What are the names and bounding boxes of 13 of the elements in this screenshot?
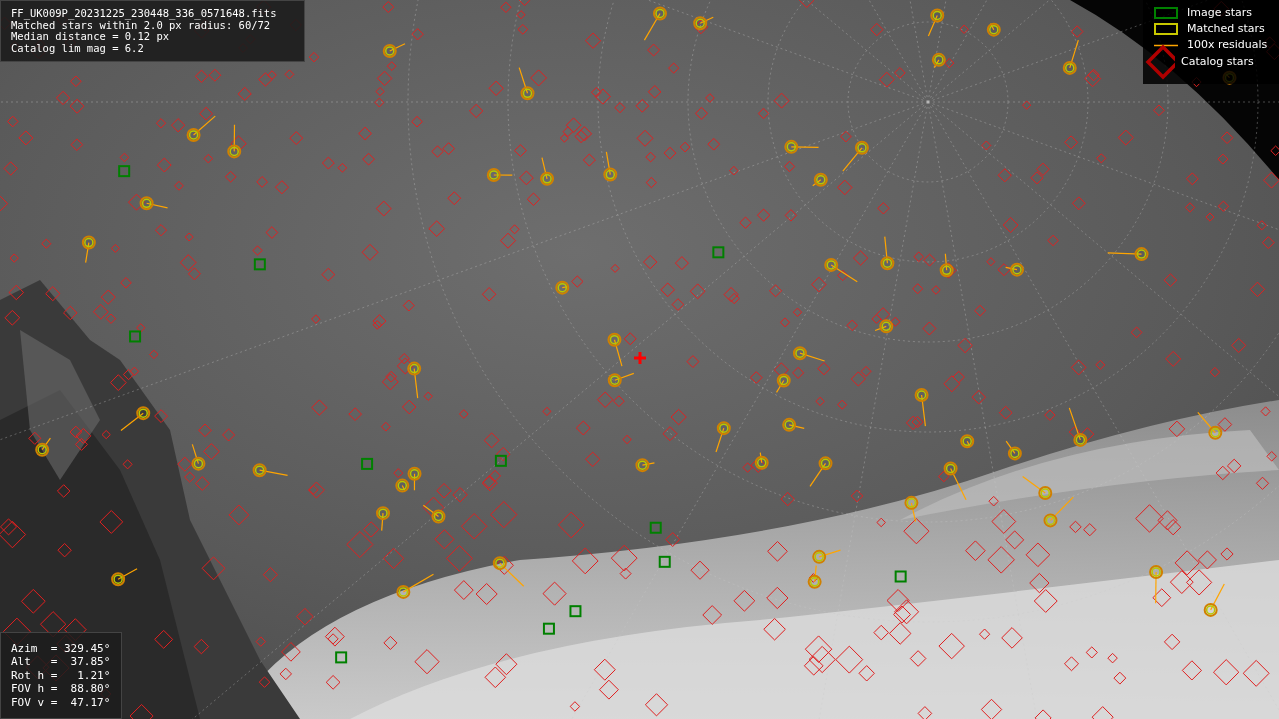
info-text: Median distance = 0.12 px: [11, 31, 170, 43]
pointing-text: FOV h = 88.80°: [11, 682, 111, 696]
info-text: Catalog lim mag = 6.2: [11, 42, 145, 54]
pointing-text: Rot h = 1.21°: [11, 668, 111, 682]
legend-label: Image stars: [1187, 4, 1252, 21]
pointing-text: FOV v = 47.17°: [11, 695, 111, 709]
legend-label: Catalog stars: [1181, 53, 1254, 70]
legend-label: 100x residuals: [1187, 36, 1268, 53]
pointing-text: Alt = 37.85°: [11, 655, 111, 669]
pointing-text: Azim = 329.45°: [11, 641, 111, 655]
legend-label: Matched stars: [1187, 20, 1265, 37]
info-text: FF_UK009P_20231225_230448_336_0571648.fits: [11, 8, 278, 20]
info-text: Matched stars within 2.0 px radius: 60/72: [11, 19, 271, 31]
